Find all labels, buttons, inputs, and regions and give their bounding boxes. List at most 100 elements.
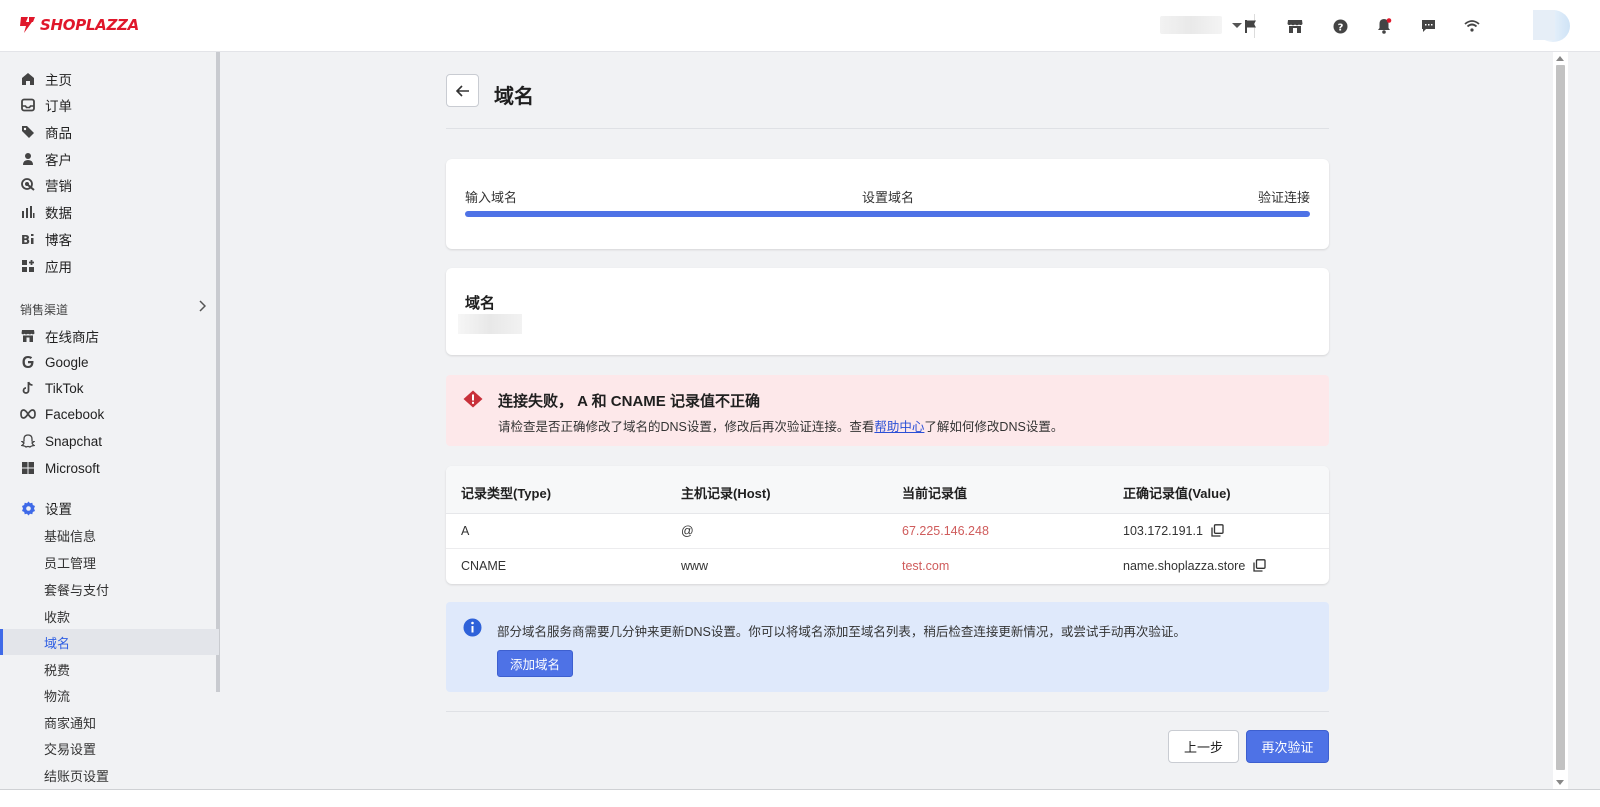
sidebar-item-label: Microsoft (45, 460, 100, 476)
sidebar-item-online-store[interactable]: 在线商店 (0, 323, 219, 349)
sidebar-item-tiktok[interactable]: TikTok (0, 375, 219, 401)
help-center-link[interactable]: 帮助中心 (874, 420, 924, 434)
step-set-domain: 设置域名 (862, 190, 915, 205)
settings-item-shipping[interactable]: 物流 (0, 682, 219, 708)
gear-icon (20, 500, 36, 516)
svg-text:?: ? (1337, 22, 1343, 33)
help-icon[interactable]: ? (1329, 15, 1351, 37)
meta-icon (20, 406, 36, 422)
divider (446, 128, 1329, 129)
domain-value-redacted (458, 314, 522, 334)
record-type: A (461, 524, 470, 538)
settings-item-domains[interactable]: 域名 (0, 629, 219, 655)
sidebar-item-home[interactable]: 主页 (0, 66, 219, 92)
settings-item-basic-info[interactable]: 基础信息 (0, 522, 219, 548)
store-name-redacted (1160, 16, 1222, 34)
sidebar-item-blog[interactable]: B 博客 (0, 226, 219, 252)
settings-item-checkout[interactable]: 交易设置 (0, 735, 219, 761)
sidebar-item-microsoft[interactable]: Microsoft (0, 455, 219, 481)
snapchat-icon (20, 433, 36, 449)
scroll-down-arrow-icon[interactable] (1556, 780, 1564, 785)
flag-icon[interactable] (1240, 15, 1262, 37)
sidebar-item-label: Snapchat (45, 433, 103, 449)
bar-chart-icon (20, 204, 36, 220)
current-value: 67.225.146.248 (902, 524, 989, 538)
add-domain-button[interactable]: 添加域名 (497, 650, 573, 677)
bell-icon[interactable] (1373, 15, 1395, 37)
chevron-right-icon[interactable] (198, 300, 207, 315)
info-message: 部分域名服务商需要几分钟来更新DNS设置。你可以将域名添加至域名列表，稍后检查连… (497, 625, 1186, 639)
step-progress-bar (465, 211, 1310, 217)
sidebar-item-label: 主页 (45, 73, 72, 88)
sidebar-item-label: 订单 (45, 99, 72, 114)
settings-item-staff[interactable]: 员工管理 (0, 549, 219, 575)
divider (446, 711, 1329, 712)
marketing-icon (20, 177, 36, 193)
current-value: test.com (902, 559, 950, 573)
blog-icon: B (20, 231, 36, 247)
sidebar-item-snapchat[interactable]: Snapchat (0, 428, 219, 454)
copy-icon[interactable] (1253, 559, 1266, 572)
sidebar-item-label: 博客 (45, 233, 72, 248)
sidebar-item-label: 应用 (45, 260, 72, 275)
inbox-icon (20, 97, 36, 113)
message-icon[interactable] (1417, 15, 1439, 37)
sidebar-item-orders[interactable]: 订单 (0, 92, 219, 118)
record-type: CNAME (461, 559, 507, 573)
sidebar-item-facebook[interactable]: Facebook (0, 401, 219, 427)
info-icon (463, 618, 482, 637)
scroll-up-arrow-icon[interactable] (1556, 56, 1564, 61)
error-text: 请检查是否正确修改了域名的DNS设置，修改后再次验证连接。查看 (498, 420, 875, 434)
horizontal-scroll-track (0, 790, 1600, 807)
settings-item-notifications[interactable]: 商家通知 (0, 709, 219, 735)
sidebar-item-analytics[interactable]: 数据 (0, 199, 219, 225)
page-title: 域名 (494, 86, 534, 108)
col-current: 当前记录值 (902, 486, 968, 501)
sidebar-item-label: 在线商店 (45, 330, 99, 345)
record-host: www (681, 559, 709, 573)
table-row: A @ 67.225.146.248 103.172.191.1 (446, 514, 1329, 549)
table-header: 记录类型(Type) 主机记录(Host) 当前记录值 正确记录值(Value) (446, 466, 1329, 514)
settings-item-taxes[interactable]: 税费 (0, 656, 219, 682)
domain-card-title: 域名 (465, 295, 496, 312)
previous-step-button[interactable]: 上一步 (1168, 730, 1239, 763)
verify-again-button[interactable]: 再次验证 (1246, 730, 1329, 763)
settings-item-checkout-page[interactable]: 结账页设置 (0, 762, 219, 788)
store-icon[interactable] (1284, 15, 1306, 37)
correct-value-cell: name.shoplazza.store (1123, 559, 1266, 573)
settings-item-payments[interactable]: 收款 (0, 603, 219, 629)
wifi-icon[interactable] (1461, 15, 1483, 37)
dns-records-table: 记录类型(Type) 主机记录(Host) 当前记录值 正确记录值(Value)… (446, 466, 1329, 584)
sidebar-item-settings[interactable]: 设置 (0, 495, 219, 521)
avatar-redacted (1533, 10, 1555, 40)
store-switcher[interactable] (1160, 16, 1242, 34)
correct-value: 103.172.191.1 (1123, 524, 1203, 538)
scrollbar-thumb[interactable] (1556, 65, 1565, 770)
correct-value-cell: 103.172.191.1 (1123, 524, 1224, 538)
sidebar-item-label: 营销 (45, 179, 72, 194)
logo-mark-icon (20, 17, 35, 33)
sidebar-item-apps[interactable]: 应用 (0, 253, 219, 279)
error-text-tail: 了解如何修改DNS设置。 (924, 420, 1064, 434)
google-icon (20, 354, 36, 370)
shoplazza-logo[interactable]: SHOPLAZZA (18, 15, 139, 35)
sidebar-item-marketing[interactable]: 营销 (0, 172, 219, 198)
logo-text: SHOPLAZZA (40, 16, 139, 34)
person-icon (20, 151, 36, 167)
store-icon (20, 328, 36, 344)
sidebar-item-google[interactable]: Google (0, 349, 219, 375)
col-host: 主机记录(Host) (681, 486, 771, 501)
table-row: CNAME www test.com name.shoplazza.store (446, 549, 1329, 584)
microsoft-icon (20, 460, 36, 476)
svg-text:B: B (21, 233, 30, 246)
steps-card: 输入域名 设置域名 验证连接 (446, 159, 1329, 249)
info-banner: 部分域名服务商需要几分钟来更新DNS设置。你可以将域名添加至域名列表，稍后检查连… (446, 602, 1329, 692)
settings-item-plan-payment[interactable]: 套餐与支付 (0, 576, 219, 602)
sidebar-item-label: TikTok (45, 380, 84, 396)
error-message: 请检查是否正确修改了域名的DNS设置，修改后再次验证连接。查看帮助中心了解如何修… (498, 416, 1063, 435)
sidebar-item-customers[interactable]: 客户 (0, 146, 219, 172)
domain-card: 域名 (446, 268, 1329, 355)
copy-icon[interactable] (1211, 524, 1224, 537)
sidebar-item-products[interactable]: 商品 (0, 119, 219, 145)
back-button[interactable] (446, 74, 479, 107)
